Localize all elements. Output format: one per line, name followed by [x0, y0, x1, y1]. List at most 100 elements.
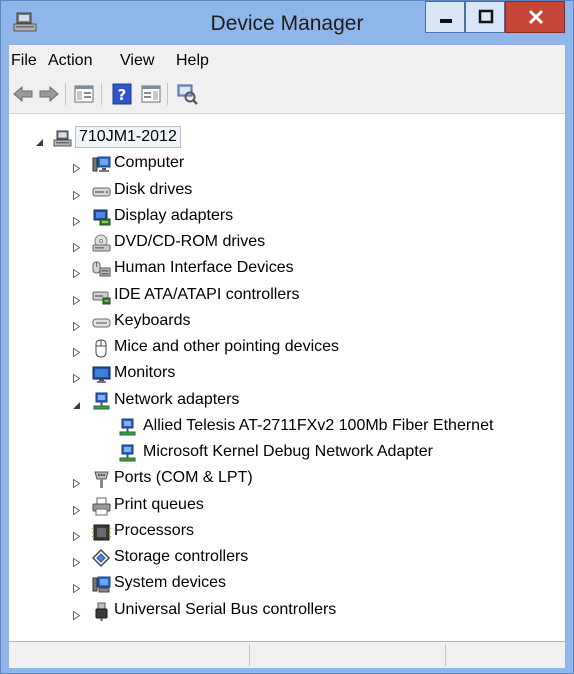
tree-item[interactable]: Universal Serial Bus controllers — [15, 598, 555, 624]
tree-item[interactable]: Keyboards — [15, 309, 555, 335]
title-bar[interactable]: Device Manager — [1, 1, 573, 45]
mouse-icon — [92, 339, 111, 358]
monitor-icon — [92, 365, 111, 384]
system-devices-icon — [92, 575, 111, 594]
tree-item[interactable]: System devices — [15, 571, 555, 597]
tree-item[interactable]: Print queues — [15, 493, 555, 519]
client-area: File Action View Help ? 710JM1-2012 Comp… — [9, 45, 565, 668]
computer-icon — [92, 155, 111, 174]
status-panel — [249, 644, 446, 666]
ide-controller-icon — [92, 287, 111, 306]
processor-icon — [92, 523, 111, 542]
expand-arrow-icon[interactable] — [72, 265, 81, 279]
device-tree[interactable]: 710JM1-2012 Computer Disk drives Display ad… — [15, 125, 559, 639]
tree-item-label: Mice and other pointing devices — [114, 338, 340, 355]
expand-arrow-icon[interactable] — [72, 528, 81, 542]
toolbar-separator — [101, 83, 102, 105]
expand-arrow-icon[interactable] — [72, 580, 81, 594]
tree-item-label: IDE ATA/ATAPI controllers — [114, 285, 300, 303]
tree-item-label: Keyboards — [114, 311, 191, 329]
port-icon — [92, 470, 111, 489]
status-bar — [9, 641, 565, 668]
tree-item[interactable]: IDE ATA/ATAPI controllers — [15, 283, 555, 309]
expand-arrow-icon[interactable] — [72, 292, 81, 305]
maximize-icon — [478, 9, 494, 24]
tree-child-item[interactable]: Microsoft Kernel Debug Network Adapter — [15, 440, 555, 466]
expand-arrow-icon[interactable] — [72, 370, 81, 384]
tree-item[interactable]: DVD/CD-ROM drives — [15, 230, 555, 256]
tree-item-label: Disk drives — [114, 180, 193, 198]
tree-item[interactable]: Ports (COM & LPT) — [15, 466, 555, 492]
tree-child-item[interactable]: Allied Telesis AT-2711FXv2 100Mb Fiber E… — [15, 414, 555, 440]
back-arrow-icon[interactable] — [11, 82, 35, 106]
expand-arrow-icon[interactable] — [72, 160, 81, 174]
toolbar-separator — [167, 83, 168, 105]
status-panel — [445, 644, 564, 666]
tree-item-label: Processors — [114, 521, 195, 539]
expand-arrow-icon[interactable] — [72, 213, 81, 227]
tree-item-label: DVD/CD-ROM drives — [114, 233, 266, 250]
tree-item-label: Human Interface Devices — [114, 259, 294, 277]
expand-arrow-icon[interactable] — [72, 607, 81, 620]
toolbar-separator — [65, 83, 66, 105]
show-hide-console-tree-icon[interactable] — [72, 82, 96, 106]
tree-item-label: Ports (COM & LPT) — [114, 469, 253, 487]
network-adapter-icon — [92, 392, 111, 411]
expand-arrow-icon[interactable] — [72, 318, 81, 332]
tree-item[interactable]: Storage controllers — [15, 545, 555, 571]
toolbar: ? — [9, 75, 565, 114]
device-manager-window: Device Manager File Action View Help ? 7… — [0, 0, 574, 674]
collapse-arrow-icon[interactable] — [72, 397, 81, 409]
maximize-button[interactable] — [465, 1, 505, 33]
tree-item[interactable]: Processors — [15, 519, 555, 545]
tree-item-label: Universal Serial Bus controllers — [114, 600, 337, 618]
tree-item[interactable]: Network adapters — [15, 388, 555, 414]
expand-arrow-icon[interactable] — [72, 344, 81, 358]
menu-action[interactable]: Action — [48, 52, 92, 70]
storage-controller-icon — [91, 548, 111, 568]
expand-arrow-icon[interactable] — [72, 475, 81, 489]
tree-item[interactable]: Computer — [15, 151, 555, 177]
expand-arrow-icon[interactable] — [72, 187, 81, 200]
collapse-arrow-icon[interactable] — [35, 134, 44, 146]
minimize-button[interactable] — [425, 1, 465, 33]
keyboard-icon — [92, 313, 111, 332]
forward-arrow-icon[interactable] — [37, 82, 61, 106]
expand-arrow-icon[interactable] — [72, 554, 81, 568]
computer-root-icon — [53, 129, 72, 148]
hid-icon — [92, 260, 111, 279]
tree-root[interactable]: 710JM1-2012 — [15, 125, 555, 151]
tree-item-label: System devices — [114, 574, 227, 592]
menu-bar: File Action View Help — [9, 45, 565, 75]
tree-item[interactable]: Disk drives — [15, 178, 555, 204]
menu-help[interactable]: Help — [176, 52, 209, 70]
tree-item[interactable]: Display adapters — [15, 204, 555, 230]
tree-item-label: Allied Telesis AT-2711FXv2 100Mb Fiber E… — [143, 416, 494, 434]
tree-item-label: Display adapters — [114, 206, 234, 224]
tree-item[interactable]: Human Interface Devices — [15, 256, 555, 282]
tree-item-label: Computer — [114, 154, 185, 172]
properties-pane-icon[interactable] — [139, 82, 163, 106]
usb-icon — [92, 602, 111, 621]
menu-view[interactable]: View — [120, 52, 154, 70]
network-adapter-icon — [118, 418, 137, 437]
dvd-drive-icon — [92, 234, 111, 253]
tree-item[interactable]: Mice and other pointing devices — [15, 335, 555, 361]
display-adapter-icon — [92, 208, 111, 227]
tree-item-label: Microsoft Kernel Debug Network Adapter — [143, 443, 433, 460]
expand-arrow-icon[interactable] — [72, 239, 81, 253]
expand-arrow-icon[interactable] — [72, 502, 81, 515]
close-icon — [528, 9, 544, 25]
tree-item-label: Monitors — [114, 364, 176, 382]
scan-hardware-icon[interactable] — [175, 82, 199, 106]
tree-item-label: Network adapters — [114, 390, 240, 408]
tree-item-label: 710JM1-2012 — [75, 126, 181, 148]
help-icon[interactable]: ? — [110, 82, 134, 106]
tree-item[interactable]: Monitors — [15, 361, 555, 387]
tree-item-label: Print queues — [114, 495, 204, 513]
minimize-icon — [440, 19, 452, 23]
printer-icon — [92, 497, 111, 516]
close-button[interactable] — [505, 1, 565, 33]
menu-file[interactable]: File — [11, 52, 37, 70]
disk-drive-icon — [92, 182, 111, 201]
